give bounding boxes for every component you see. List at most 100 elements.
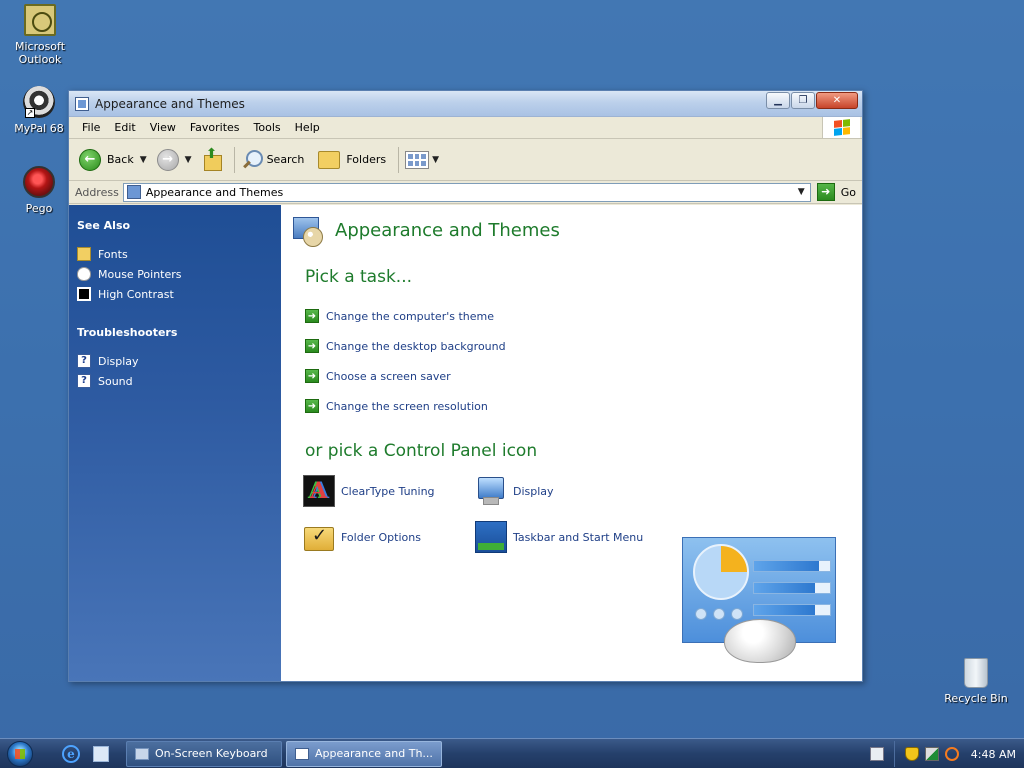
forward-dropdown-icon[interactable]: ▼: [185, 155, 192, 165]
mypal-icon: ↗: [23, 86, 55, 118]
address-input[interactable]: Appearance and Themes ▼: [122, 182, 811, 202]
shortcut-arrow-icon: ↗: [25, 108, 35, 118]
desktop-icon-label: MyPal 68: [14, 122, 64, 135]
security-shield-icon[interactable]: [904, 747, 919, 761]
up-button[interactable]: [202, 146, 222, 171]
task-label: Choose a screen saver: [326, 369, 451, 383]
task-screen-saver[interactable]: ➜ Choose a screen saver: [305, 361, 506, 391]
pick-icon-heading: or pick a Control Panel icon: [305, 441, 538, 461]
help-icon: ?: [77, 354, 91, 368]
cp-icon-display[interactable]: Display: [475, 475, 663, 507]
menu-help[interactable]: Help: [288, 121, 327, 134]
task-label: Change the screen resolution: [326, 399, 488, 413]
illustration-bar: [753, 560, 831, 572]
notification-area: 4:48 AM: [893, 741, 1016, 767]
windows-flag-icon: [822, 117, 860, 138]
maximize-button[interactable]: ❐: [791, 92, 815, 109]
cp-icon-taskbar[interactable]: Taskbar and Start Menu: [475, 521, 663, 553]
desktop-icon-pego[interactable]: Pego: [1, 166, 77, 215]
link-label: Fonts: [98, 247, 128, 261]
keyboard-icon: [135, 747, 149, 760]
system-tray: 4:48 AM: [864, 739, 1024, 768]
desktop-icon-outlook[interactable]: Microsoft Outlook: [2, 4, 78, 66]
folders-button[interactable]: Folders: [318, 150, 387, 169]
show-desktop-icon: [93, 745, 109, 762]
clock[interactable]: 4:48 AM: [971, 748, 1016, 761]
see-also-mouse-pointers[interactable]: Mouse Pointers: [77, 264, 281, 284]
folder-up-icon: [202, 146, 222, 171]
go-button[interactable]: ➜ Go: [816, 183, 856, 201]
quicklaunch-ie[interactable]: e: [60, 743, 82, 765]
task-change-theme[interactable]: ➜ Change the computer's theme: [305, 301, 506, 331]
views-button[interactable]: ▼: [405, 150, 443, 169]
cp-icon-cleartype[interactable]: ClearType Tuning: [303, 475, 475, 507]
link-label: Sound: [98, 374, 133, 388]
forward-button[interactable]: → ▼: [156, 148, 196, 171]
menu-favorites[interactable]: Favorites: [183, 121, 247, 134]
outlook-icon: [24, 4, 56, 36]
see-also-fonts[interactable]: Fonts: [77, 244, 281, 264]
menu-tools[interactable]: Tools: [247, 121, 288, 134]
task-list: ➜ Change the computer's theme ➜ Change t…: [305, 301, 506, 421]
cp-icon-folder-options[interactable]: Folder Options: [303, 521, 475, 553]
cp-icon-label: Folder Options: [341, 530, 421, 544]
menu-file[interactable]: File: [75, 121, 107, 134]
explorer-window: Appearance and Themes ▁ ❐ ✕ File Edit Vi…: [68, 90, 863, 682]
desktop-icon-recycle-bin[interactable]: Recycle Bin: [938, 658, 1014, 705]
illustration-bar: [753, 582, 831, 594]
go-label: Go: [840, 185, 856, 199]
control-panel-icons: ClearType Tuning Display Folder Options …: [303, 475, 663, 553]
search-tray-icon[interactable]: [944, 747, 959, 761]
minimize-button[interactable]: ▁: [766, 92, 790, 109]
control-panel-window-icon: [295, 747, 309, 760]
taskbar-button-label: Appearance and Th...: [315, 747, 433, 760]
standard-toolbar: ← Back ▼ → ▼ Search Folders ▼: [69, 139, 862, 181]
address-value: Appearance and Themes: [145, 185, 284, 199]
link-label: Mouse Pointers: [98, 267, 182, 281]
quicklaunch-show-desktop[interactable]: [90, 743, 112, 765]
menu-edit[interactable]: Edit: [107, 121, 142, 134]
window-titlebar[interactable]: Appearance and Themes ▁ ❐ ✕: [69, 91, 862, 117]
desktop-icon-label: Microsoft Outlook: [14, 40, 66, 66]
taskbar: e On-Screen Keyboard Appearance and Th..…: [0, 738, 1024, 768]
network-icon[interactable]: [924, 747, 939, 761]
back-dropdown-icon[interactable]: ▼: [140, 155, 147, 165]
troubleshooters-title: Troubleshooters: [77, 326, 178, 339]
see-also-high-contrast[interactable]: High Contrast: [77, 284, 281, 304]
green-arrow-icon: ➜: [305, 309, 319, 323]
fonts-folder-icon: [77, 247, 91, 261]
troubleshooter-display[interactable]: ? Display: [77, 351, 281, 371]
link-label: High Contrast: [98, 287, 174, 301]
display-icon: [475, 475, 507, 507]
task-label: Change the computer's theme: [326, 309, 494, 323]
close-button[interactable]: ✕: [816, 92, 858, 109]
back-label: Back: [107, 153, 134, 166]
illustration-bar: [753, 604, 831, 616]
windows-orb-icon: [7, 740, 33, 767]
forward-arrow-icon: →: [156, 148, 179, 171]
task-change-background[interactable]: ➜ Change the desktop background: [305, 331, 506, 361]
troubleshooter-sound[interactable]: ? Sound: [77, 371, 281, 391]
taskbar-button-appearance[interactable]: Appearance and Th...: [286, 740, 442, 767]
folders-label: Folders: [346, 153, 387, 166]
address-dropdown-icon[interactable]: ▼: [792, 183, 810, 201]
category-header: Appearance and Themes: [291, 213, 560, 247]
taskbar-button-osk[interactable]: On-Screen Keyboard: [126, 740, 282, 767]
green-arrow-icon: ➜: [305, 339, 319, 353]
control-panel-window-icon: [75, 96, 89, 111]
back-button[interactable]: ← Back ▼: [79, 148, 151, 171]
window-content: See Also Fonts Mouse Pointers High Contr…: [69, 205, 862, 681]
menu-view[interactable]: View: [143, 121, 183, 134]
cleartype-icon: [303, 475, 335, 507]
cp-icon-label: Taskbar and Start Menu: [513, 530, 644, 544]
start-button[interactable]: [0, 739, 40, 768]
taskbar-button-label: On-Screen Keyboard: [155, 747, 268, 760]
views-dropdown-icon[interactable]: ▼: [432, 155, 439, 165]
appearance-illustration: [682, 537, 838, 663]
task-screen-resolution[interactable]: ➜ Change the screen resolution: [305, 391, 506, 421]
keyboard-language-icon[interactable]: [869, 747, 884, 761]
search-button[interactable]: Search: [241, 149, 304, 171]
category-pane: Appearance and Themes Pick a task... ➜ C…: [281, 205, 862, 681]
desktop-icon-mypal[interactable]: ↗ MyPal 68: [1, 86, 77, 135]
illustration-pie-icon: [693, 544, 749, 600]
